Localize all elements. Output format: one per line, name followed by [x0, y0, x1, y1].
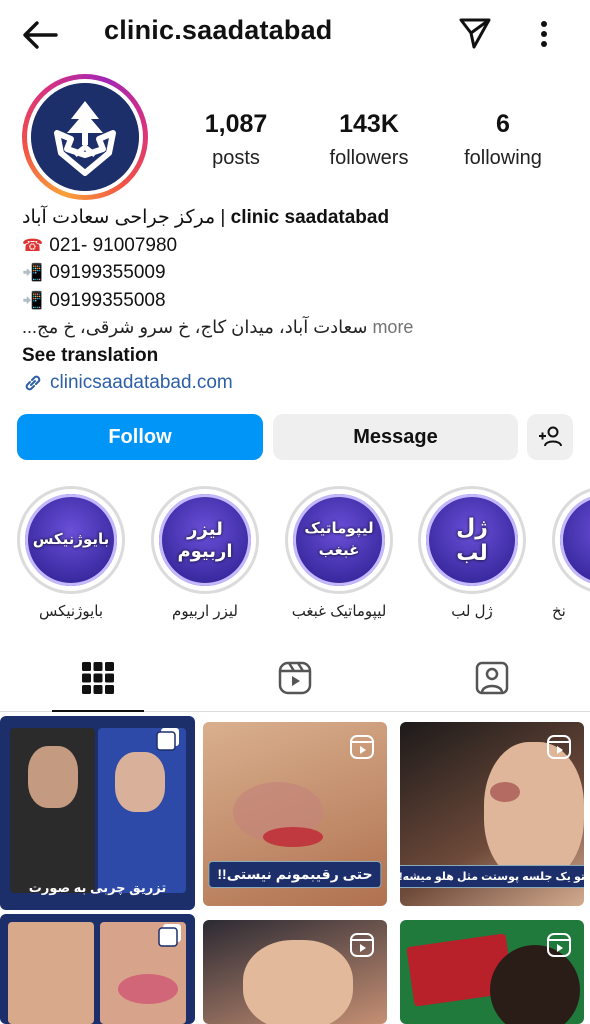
grid-post[interactable]: حتی رقیبمونم نیستی!! [203, 722, 387, 906]
suggest-people-button[interactable] [527, 414, 573, 460]
reels-icon [547, 933, 571, 957]
see-translation-link[interactable]: See translation [22, 345, 158, 367]
following-label: following [464, 147, 542, 169]
grid-post[interactable]: تزریق چربی به صورت [0, 716, 195, 910]
avatar [31, 83, 139, 191]
bio-address-line: ...سعادت آباد، میدان کاج، خ سرو شرقی، خ … [22, 314, 582, 342]
bio-name-separator: | [215, 207, 231, 228]
reels-icon [350, 735, 374, 759]
grid-post[interactable] [400, 920, 584, 1024]
highlight-cover-text: بایوژنیکس [32, 531, 110, 548]
multi-post-icon [156, 728, 179, 751]
posts-count: 1,087 [204, 110, 268, 138]
multi-post-icon [158, 924, 181, 947]
highlight-cover-text: لیزر اربیوم [177, 519, 233, 561]
highlight-label: نخ [552, 603, 566, 620]
reels-icon [350, 933, 374, 957]
highlight-item[interactable]: لیزر اربیوم لیزر اربیوم [151, 486, 259, 620]
bio-website-link[interactable]: clinicsaadatabad.com [22, 372, 233, 394]
post-caption: تو یک جلسه پوستت مثل هلو میشه! [400, 865, 584, 888]
highlight-cover-text: ژل لب [456, 514, 488, 565]
grid-post[interactable] [203, 920, 387, 1024]
bio-name-line: مرکز جراحی سعادت آباد | clinic saadataba… [22, 204, 582, 232]
stat-following[interactable]: 6 following [452, 110, 554, 170]
top-bar: clinic.saadatabad [0, 0, 590, 66]
following-count: 6 [496, 110, 510, 138]
stat-posts[interactable]: 1,087 posts [196, 110, 276, 170]
bio-mobile-1: 09199355009 [49, 262, 166, 283]
active-tab-indicator [52, 710, 144, 712]
message-button[interactable]: Message [273, 414, 518, 460]
mobile-phone-icon: 📲 [22, 263, 44, 282]
more-vertical-icon[interactable] [530, 18, 558, 50]
highlight-label: بایوژنیکس [38, 603, 104, 620]
tagged-icon[interactable] [474, 660, 510, 696]
bio-name-persian: مرکز جراحی سعادت آباد [22, 207, 216, 228]
post-caption: حتی رقیبمونم نیستی!! [208, 861, 382, 888]
highlight-cover-text: لیپوماتیک غبغب [304, 520, 374, 559]
follow-button[interactable]: Follow [17, 414, 263, 460]
bio-address: ...سعادت آباد، میدان کاج، خ سرو شرقی، خ … [22, 317, 368, 337]
send-icon[interactable] [457, 16, 493, 50]
bio-mobile-line-2: 📲 09199355008 [22, 287, 582, 315]
highlight-item[interactable]: با نخ [552, 486, 590, 620]
telephone-icon: ☎ [22, 235, 44, 255]
reels-icon [547, 735, 571, 759]
website-url: clinicsaadatabad.com [50, 372, 233, 393]
back-arrow-icon[interactable] [20, 18, 60, 52]
followers-label: followers [329, 147, 409, 169]
bio-name-latin: clinic saadatabad [230, 207, 390, 228]
followers-count: 143K [339, 110, 399, 138]
highlight-label: ژل لب [451, 603, 493, 620]
highlight-item[interactable]: لیپوماتیک غبغب لیپوماتیک غبغب [285, 486, 393, 620]
bio-mobile-line-1: 📲 09199355009 [22, 259, 582, 287]
post-caption: تزریق چربی به صورت [28, 880, 167, 895]
highlight-item[interactable]: ژل لب ژل لب [418, 486, 526, 620]
bio-phone: 021- 91007980 [49, 234, 178, 256]
posts-label: posts [212, 147, 260, 169]
mobile-phone-icon: 📲 [22, 290, 44, 310]
bio-phone-line: ☎ 021- 91007980 [22, 232, 582, 260]
profile-username: clinic.saadatabad [104, 15, 333, 45]
stat-followers[interactable]: 143K followers [318, 110, 420, 170]
bio: مرکز جراحی سعادت آباد | clinic saadataba… [22, 204, 582, 342]
avatar-story-ring[interactable] [22, 74, 148, 200]
add-person-icon [539, 426, 562, 447]
grid-post[interactable]: تو یک جلسه پوستت مثل هلو میشه! [400, 722, 584, 906]
bio-more-link[interactable]: more [372, 317, 413, 337]
reels-icon[interactable] [277, 660, 313, 696]
highlight-label: لیزر اربیوم [172, 603, 238, 620]
clinic-logo-icon [31, 83, 139, 191]
bio-mobile-2: 09199355008 [49, 289, 166, 311]
highlight-label: لیپوماتیک غبغب [291, 603, 387, 620]
link-icon [25, 375, 41, 391]
grid-icon[interactable] [80, 660, 116, 696]
highlight-item[interactable]: بایوژنیکس بایوژنیکس [17, 486, 125, 620]
profile-tabs [0, 648, 590, 712]
grid-post[interactable] [0, 914, 195, 1024]
